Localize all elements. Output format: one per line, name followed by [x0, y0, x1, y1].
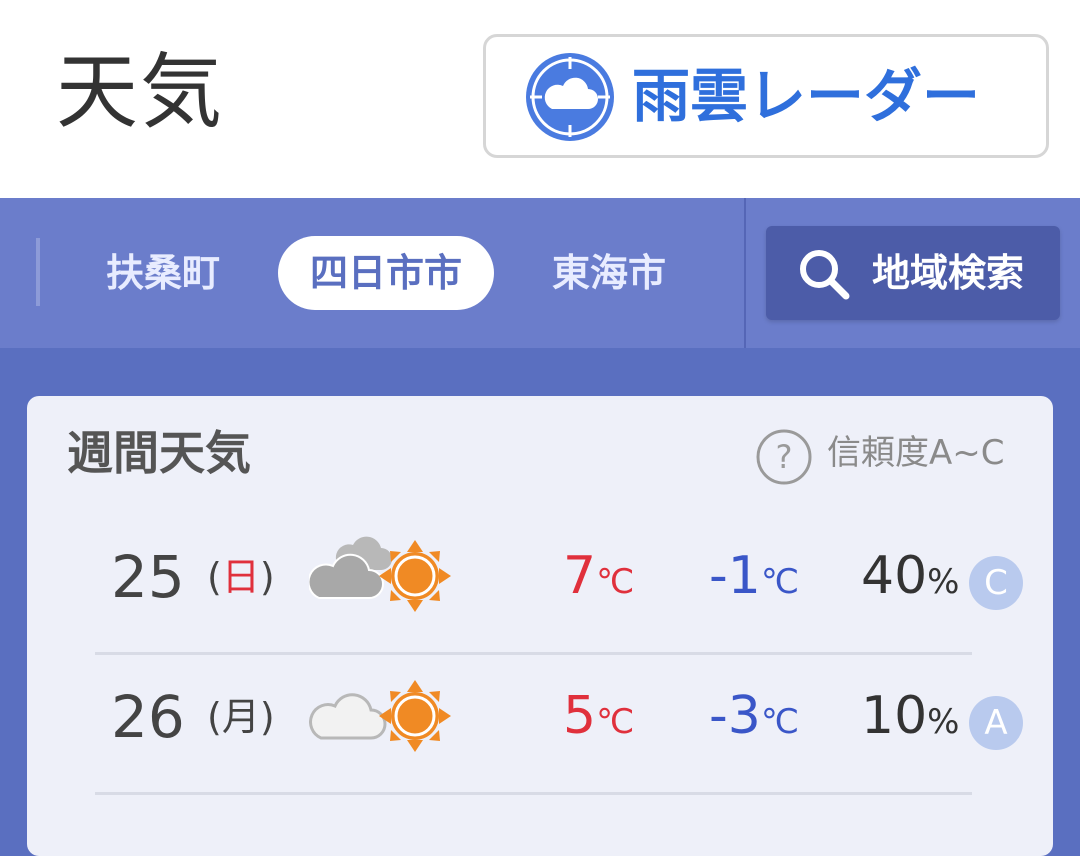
rain-radar-label: 雨雲レーダー — [632, 62, 981, 130]
partly-cloudy-sunny-icon — [309, 680, 451, 752]
search-separator — [744, 198, 746, 348]
card-title: 週間天気 — [67, 426, 251, 480]
day-number: 25 — [111, 543, 185, 611]
page-title: 天気 — [56, 45, 225, 140]
radar-cloud-icon — [526, 53, 614, 141]
max-temp: 5℃ — [563, 690, 634, 742]
precip-probability: 10% — [861, 690, 959, 742]
min-temp-value: -3 — [709, 686, 761, 746]
day-number: 26 — [111, 683, 185, 751]
precip-probability: 40% — [861, 550, 959, 602]
temp-unit: ℃ — [760, 702, 800, 742]
weekly-forecast-card: 週間天気 ? 信頼度A~C 25 (日) 7℃ -1℃ 40% C 26 (月)… — [27, 396, 1053, 856]
cloudy-then-sunny-icon — [309, 536, 451, 612]
max-temp-value: 5 — [563, 686, 597, 746]
svg-text:?: ? — [776, 438, 793, 476]
row-divider — [95, 792, 972, 795]
tab-location-fuso[interactable]: 扶桑町 — [88, 236, 238, 310]
min-temp: -1℃ — [709, 550, 799, 602]
precip-value: 10 — [861, 686, 928, 746]
help-icon[interactable]: ? — [755, 428, 813, 486]
area-search-button[interactable]: 地域検索 — [766, 226, 1060, 320]
reliability-label[interactable]: 信頼度A~C — [827, 436, 1005, 470]
percent-unit: % — [927, 702, 960, 742]
search-icon — [800, 250, 850, 300]
weekday: (月) — [207, 695, 275, 739]
app-header: 天気 雨雲レーダー — [0, 0, 1080, 198]
weekday-char: 月 — [221, 695, 260, 739]
forecast-row[interactable]: 26 (月) 5℃ -3℃ 10% A — [27, 664, 1053, 802]
temp-unit: ℃ — [760, 562, 800, 602]
weekday: (日) — [207, 555, 275, 599]
precip-value: 40 — [861, 546, 928, 606]
min-temp-value: -1 — [709, 546, 761, 606]
forecast-row[interactable]: 25 (日) 7℃ -1℃ 40% C — [27, 524, 1053, 662]
row-divider — [95, 652, 972, 655]
temp-unit: ℃ — [596, 702, 635, 742]
min-temp: -3℃ — [709, 690, 799, 742]
percent-unit: % — [927, 562, 960, 602]
reliability-badge: A — [969, 696, 1023, 750]
area-search-label: 地域検索 — [872, 251, 1025, 295]
tab-location-yokkaichi[interactable]: 四日市市 — [278, 236, 494, 310]
tab-location-tokai[interactable]: 東海市 — [534, 236, 684, 310]
weekday-char: 日 — [221, 555, 260, 599]
max-temp: 7℃ — [563, 550, 634, 602]
max-temp-value: 7 — [563, 546, 597, 606]
rain-radar-button[interactable]: 雨雲レーダー — [483, 34, 1049, 158]
location-bar: 扶桑町 四日市市 東海市 地域検索 — [0, 198, 1080, 348]
tab-divider — [36, 238, 40, 306]
reliability-badge: C — [969, 556, 1023, 610]
temp-unit: ℃ — [596, 562, 635, 602]
